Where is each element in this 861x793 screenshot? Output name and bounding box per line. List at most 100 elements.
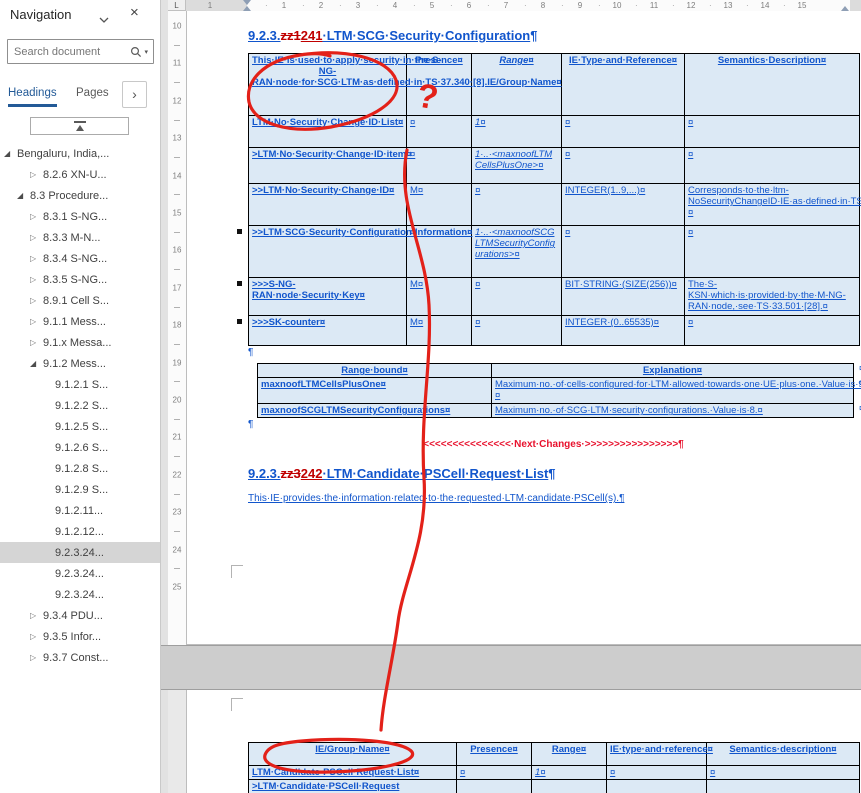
tab-selector[interactable]: L bbox=[168, 0, 186, 11]
nav-heading-item[interactable]: 9.1.2.8 S... bbox=[0, 458, 160, 479]
table-cell[interactable]: maxnoofLTMCellsPlusOne¤ bbox=[258, 378, 492, 404]
expand-triangle-icon[interactable]: ▷ bbox=[30, 653, 43, 662]
table-cell[interactable]: LTM·No·Security·Change·ID·List¤ bbox=[249, 116, 407, 148]
table-cell[interactable]: M¤ bbox=[407, 316, 472, 346]
table-cell[interactable]: ¤ bbox=[472, 184, 562, 226]
nav-heading-item[interactable]: 9.1.2.12... bbox=[0, 521, 160, 542]
expand-triangle-icon[interactable]: ▷ bbox=[30, 611, 43, 620]
jump-to-top-button[interactable] bbox=[30, 117, 129, 135]
nav-heading-item[interactable]: ▷9.3.7 Const... bbox=[0, 647, 160, 668]
table-cell[interactable]: 1·..·<maxnoofSCGLTMSecurityConfiguration… bbox=[472, 226, 562, 278]
search-input[interactable] bbox=[8, 45, 130, 59]
table-cell[interactable]: ¤ bbox=[685, 148, 860, 184]
table-cell[interactable]: ¤ bbox=[457, 766, 532, 780]
table-cell[interactable]: ¤ bbox=[407, 116, 472, 148]
close-icon[interactable]: × bbox=[130, 4, 139, 21]
table-cell[interactable]: M¤ bbox=[407, 278, 472, 316]
nav-heading-item[interactable]: ▷9.3.5 Infor... bbox=[0, 626, 160, 647]
pscell-request-table[interactable]: IE/Group·Name¤Presence¤Range¤IE·type·and… bbox=[248, 742, 860, 793]
table-cell[interactable]: The·S-KSN·which·is·provided·by·the·M-NG-… bbox=[685, 278, 860, 316]
section-heading-1[interactable]: 9.2.3.zz1241·LTM·SCG·Security·Configurat… bbox=[248, 28, 859, 43]
section-heading-2[interactable]: 9.2.3.zz3242·LTM·Candidate·PSCell·Reques… bbox=[248, 466, 859, 481]
nav-heading-item[interactable]: 9.1.2.9 S... bbox=[0, 479, 160, 500]
column-header[interactable]: Range·bound¤ bbox=[258, 364, 492, 378]
nav-heading-item[interactable]: 9.1.2.6 S... bbox=[0, 437, 160, 458]
search-dropdown-icon[interactable]: ▾ bbox=[144, 48, 148, 56]
table-cell[interactable]: ¤ bbox=[472, 316, 562, 346]
nav-heading-item[interactable]: 9.1.2.2 S... bbox=[0, 395, 160, 416]
column-header[interactable]: Explanation¤ bbox=[492, 364, 854, 378]
column-header[interactable]: IE/Group·Name¤ bbox=[249, 743, 457, 766]
table-cell[interactable]: ¤ bbox=[407, 148, 472, 184]
column-header[interactable]: Semantics·Description¤ bbox=[685, 54, 860, 116]
expand-triangle-icon[interactable]: ▷ bbox=[30, 233, 43, 242]
nav-heading-item[interactable]: ◢Bengaluru, India,... bbox=[0, 143, 160, 164]
more-tabs-button[interactable]: › bbox=[122, 81, 147, 108]
range-bound-table[interactable]: Range·bound¤Explanation¤maxnoofLTMCellsP… bbox=[257, 363, 854, 418]
nav-heading-item[interactable]: 9.1.2.5 S... bbox=[0, 416, 160, 437]
horizontal-ruler[interactable]: 1 1·2·3·4·5·6·7·8·9·10·11·12·13·14·15· bbox=[186, 0, 861, 11]
expand-triangle-icon[interactable]: ▷ bbox=[30, 338, 43, 347]
table-cell[interactable]: BIT·STRING·(SIZE(256))¤ bbox=[562, 278, 685, 316]
table-cell[interactable]: ¤ bbox=[562, 116, 685, 148]
nav-heading-item[interactable]: ◢8.3 Procedure... bbox=[0, 185, 160, 206]
hanging-indent-marker[interactable] bbox=[243, 6, 251, 11]
collapse-triangle-icon[interactable]: ◢ bbox=[4, 149, 17, 158]
table-cell[interactable]: ¤ bbox=[685, 316, 860, 346]
expand-triangle-icon[interactable]: ▷ bbox=[30, 275, 43, 284]
table-cell[interactable]: ¤ bbox=[685, 226, 860, 278]
tab-pages[interactable]: Pages bbox=[76, 87, 109, 99]
nav-heading-item[interactable]: ▷8.3.5 S-NG... bbox=[0, 269, 160, 290]
document-page-2[interactable]: IE/Group·Name¤Presence¤Range¤IE·type·and… bbox=[186, 690, 861, 793]
expand-triangle-icon[interactable]: ▷ bbox=[30, 632, 43, 641]
search-controls[interactable]: ▾ bbox=[130, 46, 153, 58]
nav-heading-item[interactable]: 9.1.2.1 S... bbox=[0, 374, 160, 395]
nav-heading-item[interactable]: ▷8.3.3 M-N... bbox=[0, 227, 160, 248]
table-cell[interactable]: INTEGER·(0..65535)¤ bbox=[562, 316, 685, 346]
table-cell[interactable]: 1¤ bbox=[532, 766, 607, 780]
expand-triangle-icon[interactable]: ▷ bbox=[30, 254, 43, 263]
document-page-1[interactable]: 9.2.3.zz1241·LTM·SCG·Security·Configurat… bbox=[186, 11, 861, 645]
column-header[interactable]: Presence¤ bbox=[457, 743, 532, 766]
nav-heading-item[interactable]: ▷9.1.1 Mess... bbox=[0, 311, 160, 332]
nav-heading-item[interactable]: 9.2.3.24... bbox=[0, 584, 160, 605]
column-header[interactable]: IE·Type·and·Reference¤ bbox=[562, 54, 685, 116]
table-cell[interactable]: >>>S-NG-RAN·node·Security·Key¤ bbox=[249, 278, 407, 316]
right-indent-marker[interactable] bbox=[841, 6, 849, 11]
table-cell[interactable] bbox=[607, 780, 707, 793]
table-cell[interactable]: ¤ bbox=[562, 148, 685, 184]
nav-heading-item[interactable]: ◢9.1.2 Mess... bbox=[0, 353, 160, 374]
chevron-down-icon[interactable] bbox=[99, 10, 113, 22]
table-cell[interactable]: ¤ bbox=[472, 278, 562, 316]
expand-triangle-icon[interactable]: ▷ bbox=[30, 170, 43, 179]
table-cell[interactable] bbox=[532, 780, 607, 793]
column-header[interactable]: This·IE·is·used·to·apply·security·in·the… bbox=[249, 54, 407, 116]
table-cell[interactable]: INTEGER(1..9,...)¤ bbox=[562, 184, 685, 226]
nav-heading-item[interactable]: 9.1.2.11... bbox=[0, 500, 160, 521]
nav-heading-item[interactable]: 9.2.3.24... bbox=[0, 563, 160, 584]
nav-heading-item[interactable]: ▷9.1.x Messa... bbox=[0, 332, 160, 353]
table-cell[interactable] bbox=[457, 780, 532, 793]
table-cell[interactable]: ¤ bbox=[685, 116, 860, 148]
table-cell[interactable]: Maximum·no.·of·SCG·LTM·security·configur… bbox=[492, 404, 854, 418]
table-cell[interactable]: 1¤ bbox=[472, 116, 562, 148]
nav-heading-item[interactable]: ▷8.9.1 Cell S... bbox=[0, 290, 160, 311]
vertical-ruler[interactable]: 10111213141516171819202122232425 bbox=[168, 11, 186, 645]
nav-heading-item[interactable]: ▷9.3.4 PDU... bbox=[0, 605, 160, 626]
nav-heading-item[interactable]: ▷8.3.1 S-NG... bbox=[0, 206, 160, 227]
column-header[interactable]: Range¤ bbox=[532, 743, 607, 766]
nav-heading-item[interactable]: ▷8.3.4 S-NG... bbox=[0, 248, 160, 269]
table-cell[interactable] bbox=[707, 780, 860, 793]
collapse-triangle-icon[interactable]: ◢ bbox=[30, 359, 43, 368]
table-cell[interactable]: 1·..·<maxnoofLTMCellsPlusOne>¤ bbox=[472, 148, 562, 184]
expand-triangle-icon[interactable]: ▷ bbox=[30, 212, 43, 221]
collapse-triangle-icon[interactable]: ◢ bbox=[17, 191, 30, 200]
table-cell[interactable]: >>LTM·SCG·Security·Configuration·Informa… bbox=[249, 226, 407, 278]
ie-definition-table[interactable]: This·IE·is·used·to·apply·security·in·the… bbox=[248, 53, 860, 346]
tab-headings[interactable]: Headings bbox=[8, 87, 57, 107]
first-line-indent-marker[interactable] bbox=[243, 0, 251, 5]
table-cell[interactable]: Maximum·no.·of·cells·configured·for·LTM·… bbox=[492, 378, 854, 404]
intro-paragraph[interactable]: This·IE·provides·the·information·related… bbox=[248, 493, 859, 504]
table-cell[interactable]: M¤ bbox=[407, 184, 472, 226]
table-cell[interactable]: >>>SK-counter¤ bbox=[249, 316, 407, 346]
